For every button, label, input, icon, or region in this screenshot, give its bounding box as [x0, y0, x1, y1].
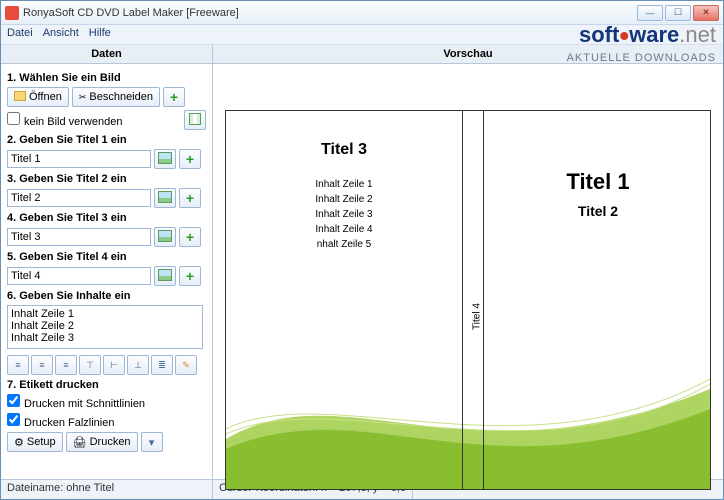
menu-bar: Datei Ansicht Hilfe [1, 25, 723, 45]
titel4-add-button[interactable]: + [179, 266, 201, 286]
titel2-image-button[interactable] [154, 188, 176, 208]
titel4-image-button[interactable] [154, 266, 176, 286]
titel3-image-button[interactable] [154, 227, 176, 247]
cutlines-checkbox[interactable] [7, 394, 20, 407]
foldlines-checkbox[interactable] [7, 413, 20, 426]
status-filename: Dateiname: ohne Titel [1, 480, 213, 499]
titel1-add-button[interactable]: + [179, 149, 201, 169]
data-panel: 1. Wählen Sie ein Bild Öffnen Beschneide… [1, 64, 213, 479]
add-image-button[interactable]: + [163, 87, 185, 107]
content-textarea[interactable] [7, 305, 203, 349]
open-button[interactable]: Öffnen [7, 87, 69, 107]
plus-icon: + [186, 230, 194, 244]
align-justify-button[interactable]: ≣ [151, 355, 173, 375]
image-icon [158, 230, 172, 245]
titel1-image-button[interactable] [154, 149, 176, 169]
image-icon [158, 152, 172, 167]
preview-titel4: Titel 4 [472, 297, 483, 337]
text-toolbar: ≡ ≡ ≡ ⊤ ⊢ ⊥ ≣ ✎ [7, 355, 206, 375]
preview-content-lines: Inhalt Zeile 1 Inhalt Zeile 2 Inhalt Zei… [226, 177, 462, 252]
section-3-title: 3. Geben Sie Titel 2 ein [7, 173, 206, 185]
align-middle-button[interactable]: ⊢ [103, 355, 125, 375]
crop-icon [79, 91, 87, 103]
plus-icon: + [186, 269, 194, 283]
section-5-title: 5. Geben Sie Titel 4 ein [7, 251, 206, 263]
back-cover: Titel 3 Inhalt Zeile 1 Inhalt Zeile 2 In… [226, 111, 462, 489]
align-center-button[interactable]: ≡ [31, 355, 53, 375]
grid-icon [189, 113, 201, 128]
align-right-button[interactable]: ≡ [55, 355, 77, 375]
titlebar: RonyaSoft CD DVD Label Maker [Freeware] … [1, 1, 723, 25]
titel1-input[interactable] [7, 150, 151, 168]
edit-button[interactable]: ✎ [175, 355, 197, 375]
close-button[interactable]: ✕ [693, 5, 719, 21]
menu-hilfe[interactable]: Hilfe [89, 27, 111, 42]
cutlines-label[interactable]: Drucken mit Schnittlinien [7, 394, 145, 410]
plus-icon: + [186, 191, 194, 205]
plus-icon: + [170, 90, 178, 104]
titel4-input[interactable] [7, 267, 151, 285]
align-bottom-button[interactable]: ⊥ [127, 355, 149, 375]
image-icon [158, 269, 172, 284]
front-cover: Titel 1 Titel 2 [484, 111, 711, 489]
preview-titel1: Titel 1 [484, 169, 711, 195]
grid-button[interactable] [184, 110, 206, 130]
window-title: RonyaSoft CD DVD Label Maker [Freeware] [23, 7, 637, 19]
align-left-button[interactable]: ≡ [7, 355, 29, 375]
no-image-checkbox[interactable] [7, 112, 20, 125]
minimize-button[interactable]: — [637, 5, 663, 21]
titel3-add-button[interactable]: + [179, 227, 201, 247]
maximize-button[interactable]: ☐ [665, 5, 691, 21]
section-4-title: 4. Geben Sie Titel 3 ein [7, 212, 206, 224]
print-button[interactable]: 🖨 Drucken [66, 432, 138, 452]
titel2-input[interactable] [7, 189, 151, 207]
menu-ansicht[interactable]: Ansicht [43, 27, 79, 42]
section-1-title: 1. Wählen Sie ein Bild [7, 72, 206, 84]
label-canvas[interactable]: Titel 3 Inhalt Zeile 1 Inhalt Zeile 2 In… [225, 110, 711, 490]
setup-button[interactable]: ⚙ Setup [7, 432, 63, 452]
section-6-title: 6. Geben Sie Inhalte ein [7, 290, 206, 302]
menu-datei[interactable]: Datei [7, 27, 33, 42]
titel2-add-button[interactable]: + [179, 188, 201, 208]
folder-icon [14, 91, 26, 104]
spine: Titel 4 [462, 111, 484, 489]
no-image-checkbox-label[interactable]: kein Bild verwenden [7, 112, 122, 128]
crop-button[interactable]: Beschneiden [72, 87, 160, 107]
section-2-title: 2. Geben Sie Titel 1 ein [7, 134, 206, 146]
preview-panel: Titel 3 Inhalt Zeile 1 Inhalt Zeile 2 In… [213, 64, 723, 479]
image-icon [158, 191, 172, 206]
align-top-button[interactable]: ⊤ [79, 355, 101, 375]
chevron-down-icon: ▾ [149, 436, 155, 449]
preview-titel2: Titel 2 [484, 203, 711, 219]
preview-titel3: Titel 3 [226, 141, 462, 159]
section-7-title: 7. Etikett drucken [7, 379, 206, 391]
print-dropdown-button[interactable]: ▾ [141, 432, 163, 452]
foldlines-label[interactable]: Drucken Falzlinien [7, 413, 114, 429]
titel3-input[interactable] [7, 228, 151, 246]
panel-header-vorschau: Vorschau [213, 45, 723, 63]
app-icon [5, 6, 19, 20]
panel-header-daten: Daten [1, 45, 213, 63]
plus-icon: + [186, 152, 194, 166]
